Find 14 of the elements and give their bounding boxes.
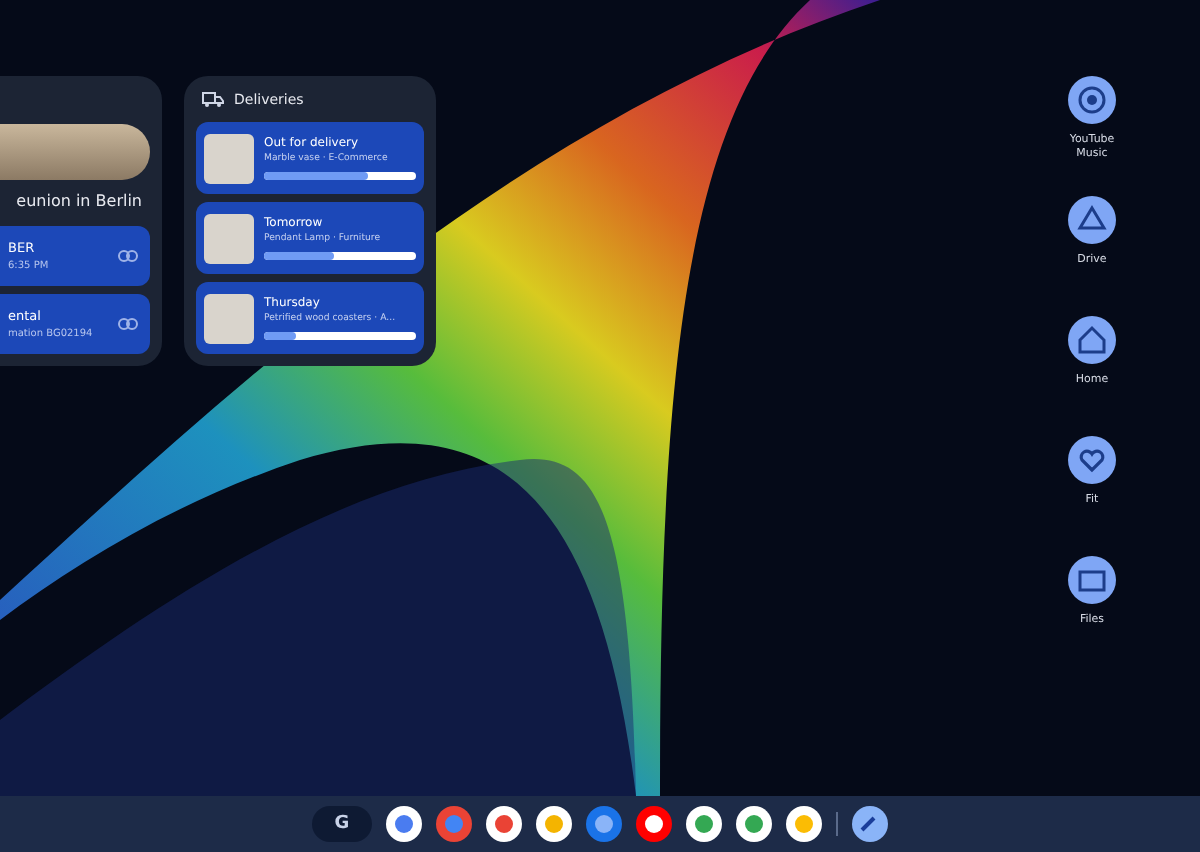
photo-placeholder	[204, 213, 254, 263]
app-icon	[1068, 76, 1116, 124]
link-icon	[118, 318, 138, 331]
trip-title: eunion in Berlin	[14, 190, 144, 215]
app-icon	[1068, 436, 1116, 484]
photo-placeholder	[204, 133, 254, 183]
app-icon	[1068, 196, 1116, 244]
launcher-button[interactable]: G	[312, 806, 372, 842]
photo-placeholder	[204, 293, 254, 343]
link-icon	[118, 250, 138, 263]
app-icon	[1068, 316, 1116, 364]
app-icon[interactable]	[852, 806, 888, 842]
app-icon	[1068, 556, 1116, 604]
truck-icon	[202, 92, 224, 108]
